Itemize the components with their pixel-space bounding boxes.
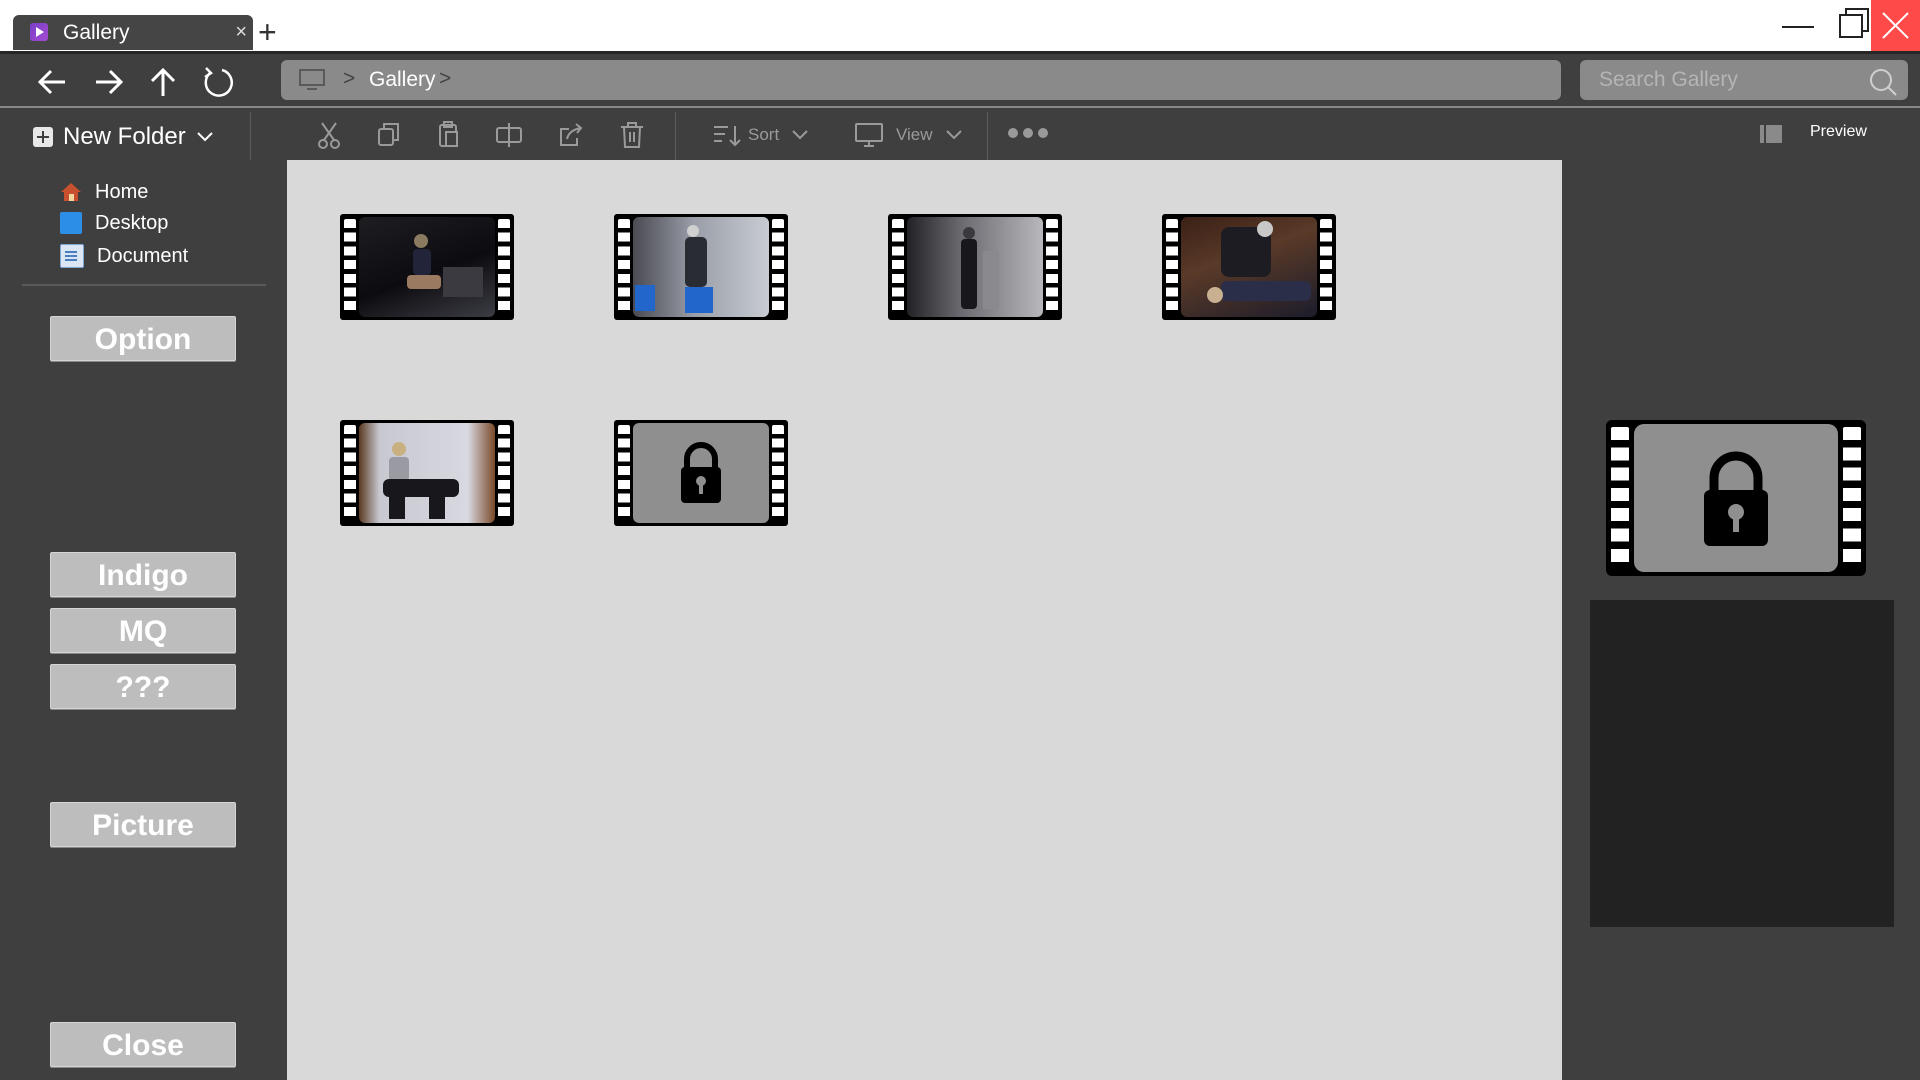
paste-button[interactable] <box>434 120 464 150</box>
video-thumbnail[interactable] <box>340 420 514 526</box>
tab-gallery[interactable]: Gallery × <box>13 15 253 50</box>
sidebar-item-label: Document <box>97 244 189 267</box>
video-preview-image <box>1207 221 1311 303</box>
picture-button[interactable]: Picture <box>50 802 236 847</box>
search-input[interactable] <box>1580 60 1908 100</box>
video-thumbnail[interactable] <box>340 214 514 320</box>
search-icon[interactable] <box>1868 67 1898 102</box>
breadcrumb-separator: > <box>343 67 356 90</box>
film-strip-icon <box>888 214 1062 320</box>
mq-button[interactable]: MQ <box>50 608 236 653</box>
sidebar-item-home[interactable]: Home <box>60 178 148 206</box>
refresh-icon <box>204 67 233 97</box>
scissors-icon <box>318 122 340 149</box>
trash-icon <box>621 122 643 148</box>
forward-button[interactable] <box>91 64 127 100</box>
film-strip-icon <box>340 420 514 526</box>
toolbar-divider <box>675 112 676 160</box>
close-button[interactable]: Close <box>50 1022 236 1067</box>
tab-close-button[interactable]: × <box>235 21 247 43</box>
toolbar: New Folder Sort View Preview <box>0 106 1920 162</box>
cut-button[interactable] <box>314 120 344 150</box>
tab-title: Gallery <box>63 21 130 44</box>
toolbar-divider <box>250 112 251 160</box>
chevron-down-icon <box>792 130 808 140</box>
plus-icon <box>33 127 53 147</box>
locked-video-thumbnail[interactable] <box>614 420 788 526</box>
video-preview-image <box>407 234 483 297</box>
preview-details-panel <box>1590 600 1894 927</box>
toolbar-divider <box>987 112 988 160</box>
view-label: View <box>896 125 933 144</box>
chevron-down-icon <box>197 132 213 142</box>
title-bar: Gallery × + <box>0 0 1920 51</box>
film-strip-icon <box>1162 214 1336 320</box>
delete-button[interactable] <box>617 120 647 150</box>
arrow-left-icon <box>37 69 65 95</box>
view-dropdown[interactable]: View <box>854 120 965 150</box>
sidebar-item-document[interactable]: Document <box>60 242 188 270</box>
arrow-up-icon <box>150 67 176 96</box>
preview-thumbnail <box>1606 420 1866 576</box>
share-icon <box>560 123 583 146</box>
breadcrumb-separator: > <box>439 67 452 90</box>
new-folder-button[interactable]: New Folder <box>33 122 216 152</box>
navigation-bar: > Gallery > <box>0 51 1920 108</box>
new-tab-button[interactable]: + <box>258 15 277 49</box>
close-icon <box>1882 12 1909 39</box>
desktop-icon <box>60 212 82 234</box>
gallery-view <box>287 160 1562 1080</box>
film-strip-icon <box>1606 420 1866 576</box>
sidebar-item-label: Desktop <box>95 211 169 234</box>
sidebar-item-desktop[interactable]: Desktop <box>60 209 168 237</box>
media-player-icon <box>30 23 48 41</box>
sidebar: Home Desktop Document Option Indigo MQ ?… <box>0 160 287 1080</box>
sidebar-divider <box>22 284 266 286</box>
more-options-icon[interactable] <box>1008 128 1048 138</box>
rename-icon <box>496 123 522 147</box>
arrow-right-icon <box>96 69 124 95</box>
indigo-button[interactable]: Indigo <box>50 552 236 597</box>
film-strip-icon <box>614 420 788 526</box>
preview-label[interactable]: Preview <box>1810 123 1867 141</box>
chevron-down-icon <box>945 130 962 140</box>
sidebar-item-label: Home <box>95 180 149 203</box>
film-strip-icon <box>340 214 514 320</box>
paste-icon <box>439 121 458 147</box>
minimize-button[interactable] <box>1770 0 1825 51</box>
lock-icon <box>1704 451 1768 546</box>
video-preview-image <box>961 227 999 309</box>
video-thumbnail[interactable] <box>1162 214 1336 320</box>
copy-icon <box>378 123 399 146</box>
option-button[interactable]: Option <box>50 316 236 361</box>
preview-pane <box>1562 160 1920 1080</box>
video-thumbnail[interactable] <box>614 214 788 320</box>
lock-icon <box>681 442 721 503</box>
monitor-icon <box>299 69 325 96</box>
sort-icon <box>714 126 741 147</box>
new-folder-label: New Folder <box>63 123 186 150</box>
back-button[interactable] <box>34 64 70 100</box>
rename-button[interactable] <box>494 120 524 150</box>
share-button[interactable] <box>556 120 586 150</box>
monitor-icon <box>855 123 883 147</box>
up-button[interactable] <box>145 64 181 100</box>
preview-pane-icon[interactable] <box>1758 122 1784 151</box>
window-close-button[interactable] <box>1871 0 1920 51</box>
sort-label: Sort <box>748 125 780 144</box>
refresh-button[interactable] <box>200 64 236 100</box>
video-preview-image <box>635 225 713 313</box>
breadcrumb[interactable]: > Gallery > <box>281 60 1561 100</box>
film-strip-icon <box>614 214 788 320</box>
breadcrumb-gallery[interactable]: Gallery <box>369 68 436 92</box>
sort-dropdown[interactable]: Sort <box>712 120 811 150</box>
copy-button[interactable] <box>374 120 404 150</box>
document-icon <box>60 244 84 268</box>
home-icon <box>60 181 82 203</box>
video-preview-image <box>383 442 459 519</box>
video-thumbnail[interactable] <box>888 214 1062 320</box>
unknown-button[interactable]: ??? <box>50 664 236 709</box>
